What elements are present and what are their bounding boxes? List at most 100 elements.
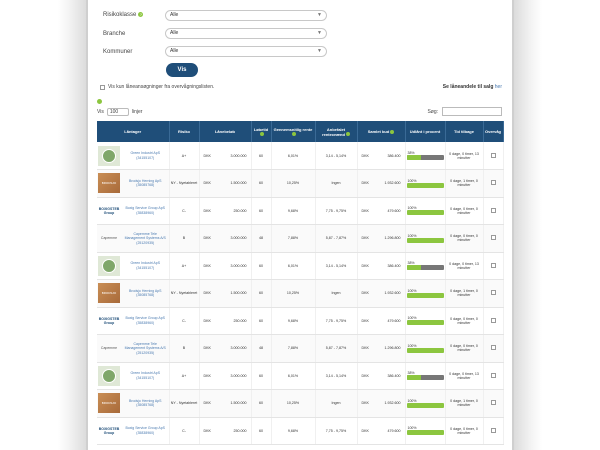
lessee-link[interactable]: Green Industri ApS (34155107) [123, 371, 168, 380]
watchlist-checkbox[interactable] [100, 84, 105, 90]
table-row[interactable]: Capemme Capemme Tele Management Systems A… [97, 334, 504, 363]
watch-checkbox[interactable] [490, 400, 496, 406]
percent-cell: 38% [405, 142, 446, 170]
table-row[interactable]: BOXIGSTEB Group Boxig Service Group ApS (… [97, 197, 504, 225]
chevron-down-icon: ▼ [317, 12, 322, 18]
watch-checkbox[interactable] [490, 290, 496, 296]
total-bid-cell: DKK 1.296.800 [357, 334, 406, 363]
watch-checkbox[interactable] [490, 262, 496, 268]
term-cell: 60 [251, 142, 272, 170]
col-amount[interactable]: Lånebeløb [199, 121, 252, 142]
page-size-select[interactable]: 100 [106, 108, 129, 116]
watchlist-only-option[interactable]: Vis kun låneansøgninger fra overvågnings… [100, 84, 214, 90]
percent-cell: 38% [405, 252, 446, 280]
progress-fill [406, 292, 444, 298]
search-input[interactable] [442, 107, 502, 116]
table-row[interactable]: BRODSJO Brodsjo Herning ApS (35085768) NY … [97, 169, 504, 198]
lessee-link[interactable]: Capemme Tele Management Systems A/S (251… [123, 232, 168, 246]
percent-cell: 100% [405, 169, 446, 198]
industry-select[interactable]: Alle ▼ [165, 28, 327, 39]
col-lessee[interactable]: Låntager [97, 121, 170, 142]
lessee-link[interactable]: Green Industri ApS (34155107) [123, 261, 168, 270]
col-watch[interactable]: Overvåg [483, 121, 504, 142]
risk-cell: NY - Nyetableret [169, 389, 200, 418]
amount-cell: DKK 3.000.000 [199, 334, 252, 363]
col-term[interactable]: Løbetid [251, 121, 272, 142]
table-row[interactable]: BRODSJO Brodsjo Herning ApS (35085768) NY … [97, 279, 504, 308]
search-label: Søg: [427, 108, 438, 115]
watch-checkbox[interactable] [490, 317, 496, 323]
percent-cell: 100% [405, 389, 446, 418]
lessee-link[interactable]: Green Industri ApS (34155107) [123, 151, 168, 160]
municipality-select[interactable]: Alle ▼ [165, 46, 327, 57]
amount-cell: DKK 250.000 [199, 307, 252, 335]
table-row[interactable]: Green Industri ApS (34155107) A+ DKK 3.000.… [97, 142, 504, 170]
watch-cell [483, 334, 504, 363]
watchlist-label: Vis kun låneansøgninger fra overvågnings… [108, 84, 215, 90]
lessee-link[interactable]: Boxig Service Group ApS (35838960) [123, 316, 168, 325]
progress-fill [406, 347, 444, 353]
time-left-cell: 0 dage, 0 timer, 13 minutter [445, 252, 484, 280]
lessee-link[interactable]: Boxig Service Group ApS (35838960) [123, 426, 168, 435]
info-icon[interactable] [97, 99, 102, 104]
table-row[interactable]: Capemme Capemme Tele Management Systems A… [97, 224, 504, 253]
watch-checkbox[interactable] [490, 372, 496, 378]
risk-cell: A+ [169, 252, 200, 280]
table-row[interactable]: BRODSJO Brodsjo Herning ApS (35085768) NY … [97, 389, 504, 418]
total-bid-cell: DKK 386.400 [357, 252, 406, 280]
watch-checkbox[interactable] [490, 345, 496, 351]
term-cell: 60 [251, 252, 272, 280]
loan-table: Låntager Risiko Lånebeløb Løbetid Gennem… [97, 121, 504, 445]
table-row[interactable]: BOXIGSTEB Group Boxig Service Group ApS (… [97, 307, 504, 335]
table-row[interactable]: Green Industri ApS (34155107) A+ DKK 3.000.… [97, 252, 504, 280]
col-recommended-rate[interactable]: Anbefalet renteспænd [315, 121, 358, 142]
avg-rate-cell: 7,88% [271, 224, 316, 253]
progress-bar [406, 292, 444, 298]
watch-checkbox[interactable] [490, 152, 496, 158]
col-risk[interactable]: Risiko [169, 121, 200, 142]
risk-cell: B [169, 334, 200, 363]
progress-bar [406, 347, 444, 353]
lessee-link[interactable]: Brodsjo Herning ApS (35085768) [123, 179, 168, 188]
watch-checkbox[interactable] [490, 235, 496, 241]
percent-cell: 100% [405, 224, 446, 253]
lessee-link[interactable]: Capemme Tele Management Systems A/S (251… [123, 342, 168, 356]
col-total-bid[interactable]: Samlet bud [357, 121, 406, 142]
table-row[interactable]: Green Industri ApS (34155107) A+ DKK 3.000.… [97, 362, 504, 390]
col-time-left[interactable]: Tid tilbage [445, 121, 484, 142]
loan-shares-link[interactable]: her [495, 84, 502, 90]
progress-bar [406, 265, 444, 271]
risk-class-select[interactable]: Alle ▼ [165, 10, 327, 21]
recommended-rate-cell: 3,14 - 5,14% [315, 362, 358, 390]
lessee-link[interactable]: Brodsjo Herning ApS (35085768) [123, 399, 168, 408]
show-button[interactable]: Vis [166, 63, 198, 77]
watch-checkbox[interactable] [490, 427, 496, 433]
total-bid-cell: DKK 386.400 [357, 142, 406, 170]
help-icon[interactable]: ? [138, 12, 144, 18]
progress-bar [406, 210, 444, 216]
progress-fill [406, 402, 444, 408]
watch-cell [483, 169, 504, 198]
progress-fill [406, 210, 444, 216]
loan-shares-link-text: Se låneandele til salg her [442, 84, 502, 90]
table-row[interactable]: BOXIGSTEB Group Boxig Service Group ApS (… [97, 417, 504, 445]
recommended-rate-cell: 7,75 - 9,75% [315, 307, 358, 335]
percent-cell: 38% [405, 362, 446, 390]
watch-checkbox[interactable] [490, 207, 496, 213]
table-header-row: Låntager Risiko Lånebeløb Løbetid Gennem… [97, 121, 504, 142]
amount-cell: DKK 3.000.000 [199, 142, 252, 170]
watch-checkbox[interactable] [490, 180, 496, 186]
recommended-rate-cell: Ingen [315, 169, 358, 198]
progress-bar [406, 402, 444, 408]
company-logo: BRODSJO [98, 283, 120, 304]
recommended-rate-cell: 7,75 - 9,75% [315, 197, 358, 225]
col-avg-rate[interactable]: Gennemsnitlig rente [271, 121, 316, 142]
recommended-rate-cell: Ingen [315, 279, 358, 308]
lessee-link[interactable]: Brodsjo Herning ApS (35085768) [123, 289, 168, 298]
avg-rate-cell: 7,88% [271, 334, 316, 363]
recommended-rate-cell: Ingen [315, 389, 358, 418]
col-percent-lent[interactable]: Udlånt i procent [405, 121, 446, 142]
term-cell: 60 [251, 307, 272, 335]
lessee-link[interactable]: Boxig Service Group ApS (35838960) [123, 206, 168, 215]
filter-risk-row: Risikoklasse? Alle ▼ [103, 10, 327, 21]
